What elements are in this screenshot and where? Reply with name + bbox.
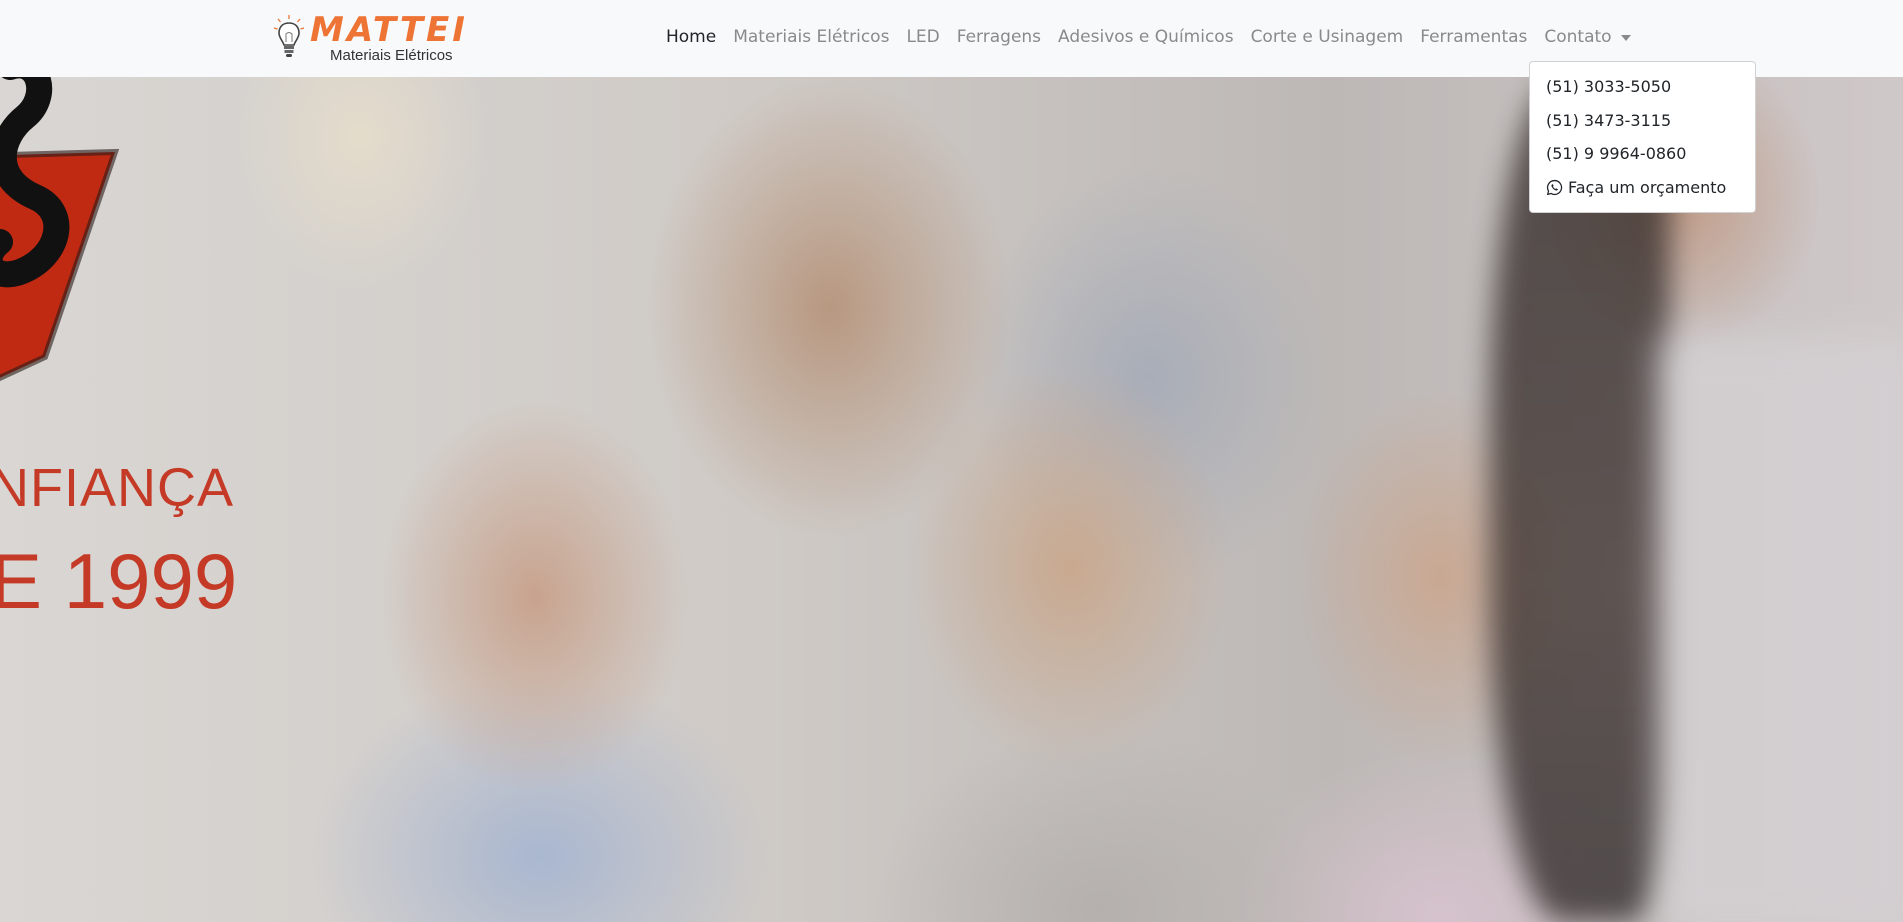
lightbulb-icon xyxy=(273,15,305,57)
nav-item-contato: Contato xyxy=(1544,27,1631,47)
nav-item-adesivos: Adesivos e Químicos xyxy=(1058,27,1234,47)
nav-item-ferragens: Ferragens xyxy=(957,27,1041,47)
brand-logo-link[interactable]: MATTEI Materiais Elétricos xyxy=(272,10,477,66)
main-nav: Home Materiais Elétricos LED Ferragens A… xyxy=(666,24,1648,50)
nav-link-ferramentas[interactable]: Ferramentas xyxy=(1420,27,1527,47)
hero-photo-shading-right xyxy=(1660,337,1903,922)
contato-dropdown-toggle[interactable]: Contato xyxy=(1544,27,1631,47)
nav-item-home: Home xyxy=(666,27,716,47)
caret-down-icon xyxy=(1620,35,1631,41)
nav-link-corte-usinagem[interactable]: Corte e Usinagem xyxy=(1251,27,1404,47)
whatsapp-icon xyxy=(1546,179,1563,195)
brand-emblem-icon xyxy=(0,77,120,382)
contato-label: Contato xyxy=(1544,27,1612,47)
nav-item-corte-usinagem: Corte e Usinagem xyxy=(1251,27,1404,47)
dropdown-item-orcamento[interactable]: Faça um orçamento xyxy=(1530,171,1755,205)
nav-item-led: LED xyxy=(906,27,939,47)
dropdown-item-phone-1[interactable]: (51) 3033-5050 xyxy=(1530,70,1755,104)
contato-dropdown-menu: (51) 3033-5050 (51) 3473-3115 (51) 9 996… xyxy=(1529,61,1756,213)
hero-tagline-line1: NFIANÇA xyxy=(0,458,235,518)
dropdown-item-phone-2[interactable]: (51) 3473-3115 xyxy=(1530,104,1755,138)
brand-subtitle: Materiais Elétricos xyxy=(330,47,453,64)
orcamento-label: Faça um orçamento xyxy=(1568,177,1727,197)
nav-link-materiais-eletricos[interactable]: Materiais Elétricos xyxy=(733,27,889,47)
nav-link-adesivos-quimicos[interactable]: Adesivos e Químicos xyxy=(1058,27,1234,47)
nav-link-home[interactable]: Home xyxy=(666,27,716,47)
nav-item-ferramentas: Ferramentas xyxy=(1420,27,1527,47)
brand-name: MATTEI xyxy=(310,10,468,50)
hero-tagline-line2: E 1999 xyxy=(0,537,238,625)
dropdown-item-phone-3[interactable]: (51) 9 9964-0860 xyxy=(1530,137,1755,171)
nav-item-materiais-eletricos: Materiais Elétricos xyxy=(733,27,889,47)
nav-link-led[interactable]: LED xyxy=(906,27,939,47)
nav-link-ferragens[interactable]: Ferragens xyxy=(957,27,1041,47)
